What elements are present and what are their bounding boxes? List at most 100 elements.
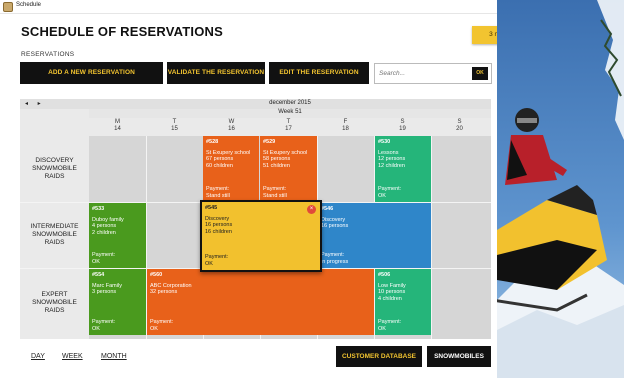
booking-card[interactable]: #528 St Exupery school 67 persons 60 chi… bbox=[203, 136, 259, 202]
booking-code: #529 bbox=[263, 139, 276, 145]
row-label-line: DISCOVERY bbox=[35, 157, 74, 164]
booking-payment: Payment: OK bbox=[92, 319, 115, 332]
booking-payment: Payment: Stand still bbox=[206, 186, 230, 199]
week-nav-arrows[interactable]: ◂ ▸ bbox=[25, 100, 45, 107]
booking-payment: Payment: OK bbox=[92, 252, 115, 265]
day-letter: S bbox=[457, 119, 462, 125]
payment-label: Payment: bbox=[263, 186, 287, 192]
booking-children: 12 children bbox=[378, 162, 405, 169]
booking-code: #554 bbox=[92, 272, 105, 278]
row-label-line: RAIDS bbox=[44, 173, 65, 180]
search-input[interactable] bbox=[379, 66, 467, 81]
booking-payment: Payment: OK bbox=[150, 319, 173, 332]
payment-label: Payment: bbox=[92, 319, 116, 325]
payment-label: Payment: bbox=[205, 254, 229, 260]
day-letter: F bbox=[343, 119, 348, 125]
payment-status: OK bbox=[92, 258, 100, 265]
day-letter: T bbox=[172, 119, 177, 125]
booking-card[interactable]: #554 Marc Family 3 persons Payment: OK bbox=[89, 269, 146, 335]
payment-label: Payment: bbox=[92, 252, 116, 258]
page-title: SCHEDULE OF RESERVATIONS bbox=[21, 24, 223, 39]
day-header-tue: T 15 bbox=[146, 119, 203, 135]
payment-label: Payment: bbox=[378, 186, 402, 192]
validate-reservation-button[interactable]: VALIDATE THE RESERVATION bbox=[167, 62, 265, 84]
row-label-line: INTERMEDIATE bbox=[30, 223, 79, 230]
booking-children: 4 children bbox=[378, 295, 402, 302]
view-week-link[interactable]: WEEK bbox=[62, 353, 83, 360]
payment-status: OK bbox=[378, 325, 386, 332]
day-header-mon: M 14 bbox=[89, 119, 146, 135]
day-header-thu: T 17 bbox=[260, 119, 317, 135]
close-icon[interactable]: × bbox=[307, 205, 316, 214]
payment-status: OK bbox=[378, 192, 386, 199]
booking-code: #528 bbox=[206, 139, 219, 145]
snowmobile-rider-illustration bbox=[497, 0, 624, 378]
payment-status: in progress bbox=[321, 258, 349, 265]
col-divider bbox=[431, 136, 432, 339]
booking-card[interactable]: #530 Lessons 12 persons 12 children Paym… bbox=[375, 136, 431, 202]
snowmobile-rider-photo bbox=[497, 0, 624, 378]
booking-persons: 3 persons bbox=[92, 289, 117, 295]
snowmobiles-button[interactable]: SNOWMOBILES bbox=[427, 346, 491, 367]
day-number: 14 bbox=[114, 126, 121, 132]
row-label-discovery: DISCOVERY SNOWMOBILE RAIDS bbox=[20, 157, 89, 181]
payment-label: Payment: bbox=[378, 319, 402, 325]
booking-payment: Payment: OK bbox=[378, 319, 401, 332]
booking-card[interactable]: #506 Low Family 10 persons 4 children Pa… bbox=[375, 269, 431, 335]
booking-code: #530 bbox=[378, 139, 391, 145]
payment-status: OK bbox=[92, 325, 100, 332]
booking-card[interactable]: #533 Duboy family 4 persons 2 children P… bbox=[89, 203, 146, 268]
booking-payment: Payment: OK bbox=[205, 254, 228, 267]
customer-database-button[interactable]: CUSTOMER DATABASE bbox=[336, 346, 422, 367]
booking-card[interactable]: #529 St Exupery school 58 persons 51 chi… bbox=[260, 136, 317, 202]
day-header-wed: W 16 bbox=[203, 119, 260, 135]
day-header-sun: S 20 bbox=[431, 119, 488, 135]
booking-payment: Payment: OK bbox=[378, 186, 401, 199]
row-label-expert: EXPERT SNOWMOBILE RAIDS bbox=[20, 291, 89, 315]
booking-code: #546 bbox=[321, 206, 334, 212]
booking-code: #560 bbox=[150, 272, 163, 278]
reservation-calendar: ◂ ▸ december 2015 Week 51 M 14 T 15 W 16… bbox=[20, 99, 491, 339]
row-label-line: RAIDS bbox=[44, 307, 65, 314]
booking-children: 60 children bbox=[206, 162, 233, 169]
search-box: OK bbox=[374, 63, 492, 84]
day-number: 19 bbox=[399, 126, 406, 132]
view-day-link[interactable]: DAY bbox=[31, 353, 45, 360]
payment-label: Payment: bbox=[206, 186, 230, 192]
calendar-header: ◂ ▸ december 2015 bbox=[20, 99, 491, 109]
day-letter: T bbox=[286, 119, 291, 125]
booking-persons: 16 persons bbox=[321, 223, 349, 229]
day-number: 18 bbox=[342, 126, 349, 132]
booking-children: 16 children bbox=[205, 228, 232, 235]
row-label-intermediate: INTERMEDIATE SNOWMOBILE RAIDS bbox=[20, 223, 89, 247]
week-label: Week 51 bbox=[89, 109, 491, 118]
day-number: 17 bbox=[285, 126, 292, 132]
row-label-line: EXPERT bbox=[41, 291, 68, 298]
row-label-line: SNOWMOBILE bbox=[32, 231, 77, 238]
booking-payment: Payment: in progress bbox=[321, 252, 348, 265]
view-month-link[interactable]: MONTH bbox=[101, 353, 127, 360]
booking-persons: 32 persons bbox=[150, 289, 178, 295]
booking-children: 51 children bbox=[263, 162, 290, 169]
day-number: 20 bbox=[456, 126, 463, 132]
booking-card[interactable]: #560 ABC Corporation 32 persons Payment:… bbox=[147, 269, 374, 335]
day-header-sat: S 19 bbox=[374, 119, 431, 135]
booking-children: 2 children bbox=[92, 229, 116, 236]
add-reservation-button[interactable]: ADD A NEW RESERVATION bbox=[20, 62, 163, 84]
app-icon bbox=[3, 2, 13, 12]
day-letter: S bbox=[400, 119, 405, 125]
day-number: 16 bbox=[228, 126, 235, 132]
section-label: RESERVATIONS bbox=[21, 51, 75, 58]
edit-reservation-button[interactable]: EDIT THE RESERVATION bbox=[269, 62, 369, 84]
window-title: Schedule bbox=[16, 2, 42, 8]
selected-booking-card[interactable]: #545 Discovery 16 persons 16 children Pa… bbox=[200, 200, 322, 272]
search-ok-button[interactable]: OK bbox=[472, 67, 488, 80]
day-letter: W bbox=[228, 119, 235, 125]
row-label-line: SNOWMOBILE bbox=[32, 299, 77, 306]
booking-card[interactable]: #546 Discovery 16 persons Payment: in pro… bbox=[318, 203, 431, 268]
booking-payment: Payment: Stand still bbox=[263, 186, 287, 199]
booking-code: #533 bbox=[92, 206, 105, 212]
payment-status: OK bbox=[205, 260, 213, 267]
row-label-line: RAIDS bbox=[44, 239, 65, 246]
booking-code: #545 bbox=[205, 205, 218, 211]
